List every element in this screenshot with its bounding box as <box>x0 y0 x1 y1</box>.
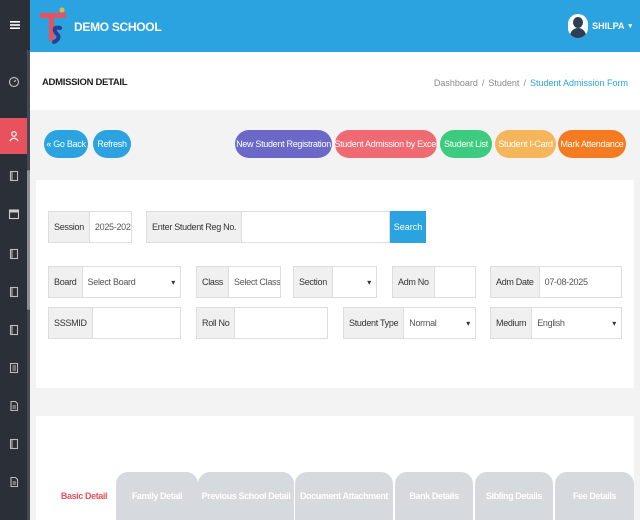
chevron-down-icon: ▾ <box>367 277 371 287</box>
roll-no-label: Roll No <box>197 308 236 338</box>
user-menu[interactable]: SHILPA ▾ <box>568 14 632 38</box>
class-label: Class <box>197 267 230 297</box>
adm-date-input[interactable]: 07-08-2025 <box>540 267 621 297</box>
breadcrumb-separator: / <box>523 78 526 88</box>
chevron-down-icon: ▾ <box>628 23 632 30</box>
student-type-field[interactable]: Student Type Normal ▾ <box>343 307 476 339</box>
go-back-button[interactable]: « Go Back <box>44 130 88 158</box>
roll-no-field[interactable]: Roll No <box>196 307 328 339</box>
breadcrumb-dashboard[interactable]: Dashboard <box>434 78 478 88</box>
document-icon[interactable] <box>0 464 28 500</box>
user-name: SHILPA <box>592 21 625 31</box>
tab-basic-detail[interactable]: Basic Detail <box>48 472 120 520</box>
adm-no-input[interactable] <box>435 267 475 297</box>
school-logo-icon[interactable] <box>38 6 68 46</box>
section-field[interactable]: Section ▾ <box>293 266 377 298</box>
board-label: Board <box>49 267 83 297</box>
reg-no-label: Enter Student Reg No. <box>147 212 243 242</box>
admission-form-panel: Session 2025-2026▾ Enter Student Reg No.… <box>36 180 634 388</box>
class-select[interactable]: Select Class <box>234 277 280 287</box>
adm-date-field[interactable]: Adm Date 07-08-2025 <box>490 266 622 298</box>
class-field[interactable]: Class Select Class▾ <box>196 266 281 298</box>
breadcrumb: Dashboard / Student / Student Admission … <box>434 78 628 88</box>
breadcrumb-student[interactable]: Student <box>488 78 519 88</box>
session-select[interactable]: 2025-2026 <box>95 222 131 232</box>
board-select[interactable]: Select Board <box>88 277 136 287</box>
book-icon[interactable] <box>0 236 28 272</box>
student-type-select[interactable]: Normal <box>409 318 437 328</box>
notebook-icon[interactable] <box>0 350 28 386</box>
student-list-button[interactable]: Student List <box>440 130 492 158</box>
board-field[interactable]: Board Select Board ▾ <box>48 266 181 298</box>
reg-no-field[interactable]: Enter Student Reg No. <box>146 211 390 243</box>
sidebar <box>0 0 30 520</box>
user-icon[interactable] <box>0 118 28 154</box>
adm-no-label: Adm No <box>393 267 435 297</box>
reg-no-input[interactable] <box>242 212 389 242</box>
menu-icon[interactable] <box>0 0 30 50</box>
calendar-icon[interactable] <box>0 196 28 232</box>
search-button[interactable]: Search <box>390 211 426 243</box>
new-registration-button[interactable]: New Student Registration <box>235 130 332 158</box>
adm-no-field[interactable]: Adm No <box>392 266 476 298</box>
student-type-label: Student Type <box>344 308 405 338</box>
book-icon[interactable] <box>0 158 28 194</box>
session-field[interactable]: Session 2025-2026▾ <box>48 211 132 243</box>
section-label: Section <box>294 267 333 297</box>
top-navbar: DEMO SCHOOL SHILPA ▾ <box>30 0 640 52</box>
session-label: Session <box>49 212 90 242</box>
admission-excel-button[interactable]: Student Admission by Excel <box>334 130 438 158</box>
medium-label: Medium <box>491 308 533 338</box>
mark-attendance-button[interactable]: Mark Attendance <box>558 130 626 158</box>
tab-fee-details[interactable]: Fee Details <box>555 472 634 520</box>
tab-family-detail[interactable]: Family Detail <box>116 472 198 520</box>
roll-no-input[interactable] <box>235 308 327 338</box>
tab-document-attachment[interactable]: Document Attachment <box>295 472 393 520</box>
book-icon[interactable] <box>0 274 28 310</box>
tab-previous-school-detail[interactable]: Previous School Detail <box>198 472 294 520</box>
dashboard-icon[interactable] <box>0 64 28 100</box>
medium-select[interactable]: English <box>537 318 565 328</box>
refresh-button[interactable]: Refresh <box>93 130 131 158</box>
tab-bank-details[interactable]: Bank Details <box>395 472 473 520</box>
chevron-down-icon: ▾ <box>171 277 175 287</box>
student-icard-button[interactable]: Student I-Card <box>495 130 556 158</box>
detail-tabs-panel: Basic Detail Family Detail Previous Scho… <box>36 416 634 520</box>
avatar[interactable] <box>568 14 589 38</box>
scrollbar-thumb[interactable] <box>27 170 30 310</box>
sssmid-input[interactable] <box>93 308 180 338</box>
action-bar: « Go Back Refresh New Student Registrati… <box>30 110 640 176</box>
sssmid-field[interactable]: SSSMID <box>48 307 181 339</box>
breadcrumb-current: Student Admission Form <box>529 78 628 88</box>
book-icon[interactable] <box>0 312 28 348</box>
page-header: ADMISSION DETAIL Dashboard / Student / S… <box>30 52 640 110</box>
document-icon[interactable] <box>0 388 28 424</box>
breadcrumb-separator: / <box>481 78 485 88</box>
chevron-down-icon: ▾ <box>612 318 616 328</box>
medium-field[interactable]: Medium English ▾ <box>490 307 622 339</box>
brand-name[interactable]: DEMO SCHOOL <box>74 20 162 34</box>
adm-date-label: Adm Date <box>491 267 540 297</box>
tab-sibling-details[interactable]: Sibling Details <box>475 472 553 520</box>
sssmid-label: SSSMID <box>49 308 93 338</box>
chevron-down-icon: ▾ <box>466 318 470 328</box>
page-title: ADMISSION DETAIL <box>42 77 128 88</box>
book-icon[interactable] <box>0 426 28 462</box>
